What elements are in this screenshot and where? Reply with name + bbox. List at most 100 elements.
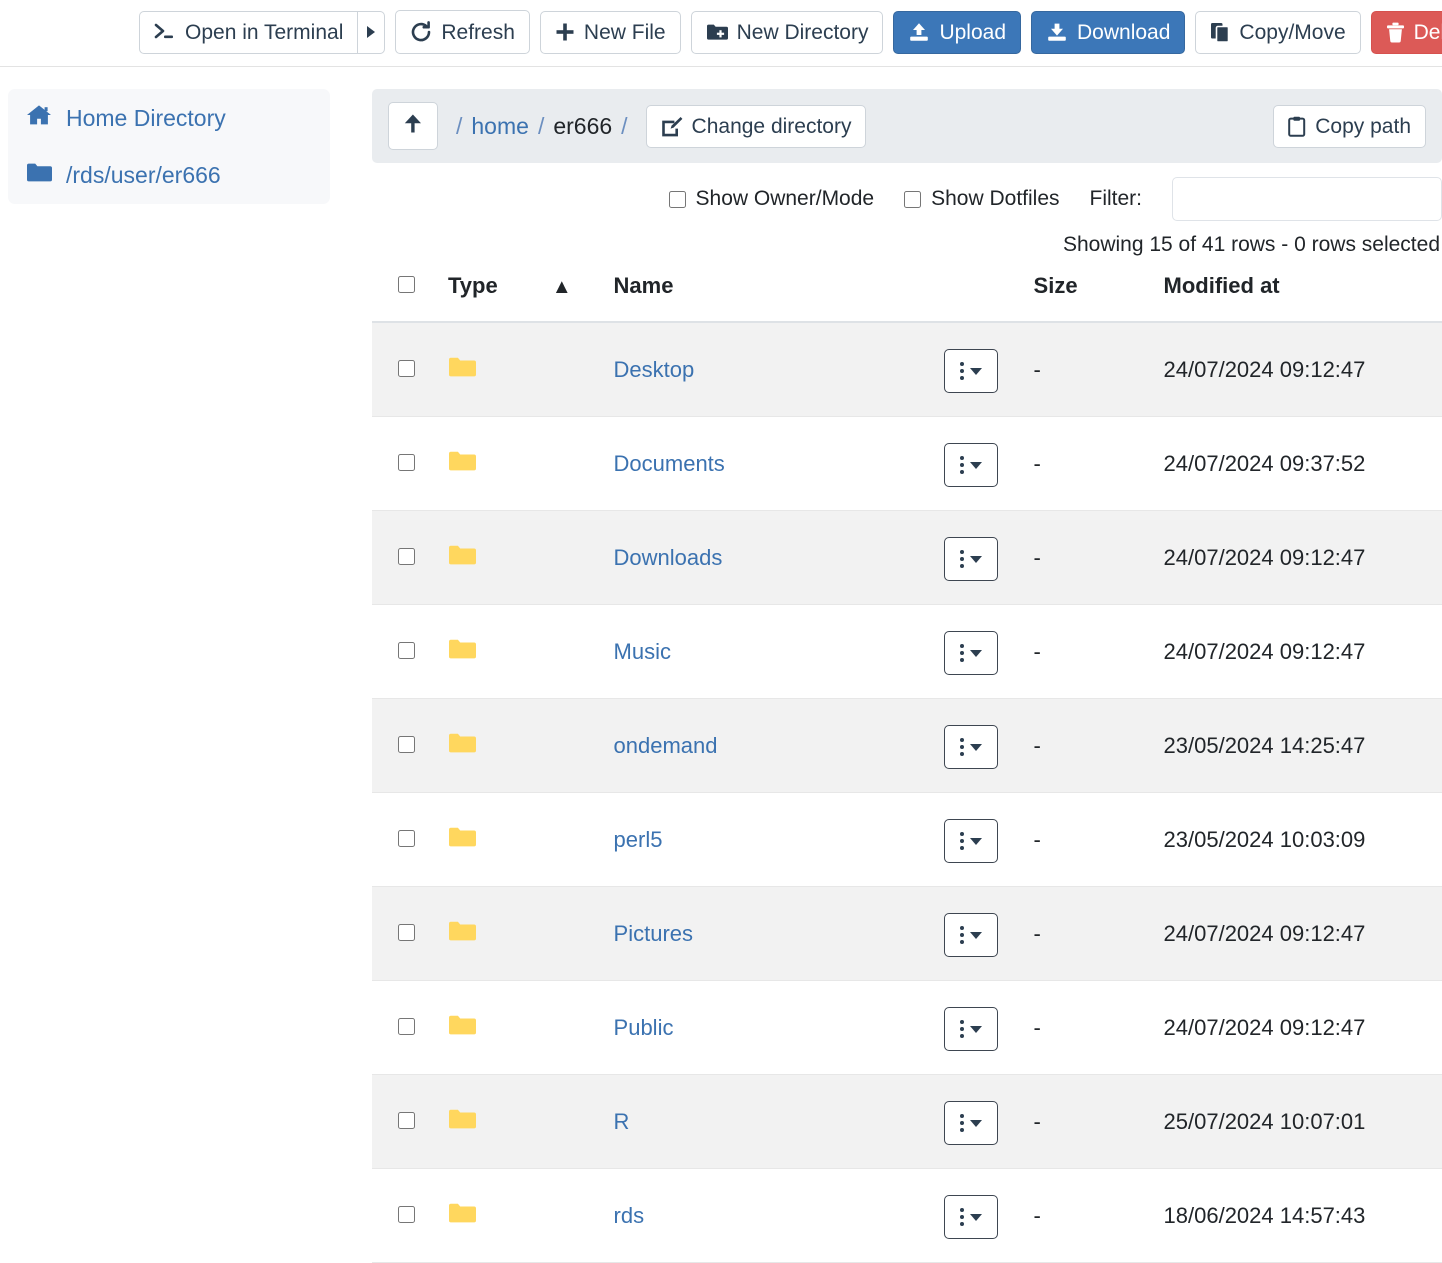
row-actions-cell [944, 1075, 1034, 1169]
row-size-cell: - [1034, 322, 1164, 417]
file-name-link[interactable]: ondemand [614, 733, 718, 758]
row-actions-menu-button[interactable] [944, 913, 998, 957]
download-button[interactable]: Download [1031, 11, 1185, 54]
clipboard-icon [1288, 116, 1306, 137]
row-actions-menu-button[interactable] [944, 725, 998, 769]
file-name-link[interactable]: perl5 [614, 827, 663, 852]
file-name-link[interactable]: Downloads [614, 545, 723, 570]
row-actions-menu-button[interactable] [944, 349, 998, 393]
actions-header [944, 273, 1034, 322]
row-select-cell [372, 417, 448, 511]
show-owner-mode-input[interactable] [669, 191, 686, 208]
row-modified-cell: 24/07/2024 09:37:52 [1164, 417, 1442, 511]
folder-icon [448, 826, 476, 854]
arrow-up-icon [403, 113, 423, 140]
size-header[interactable]: Size [1034, 273, 1164, 322]
vertical-dots-icon [960, 1114, 964, 1132]
new-file-button[interactable]: New File [540, 11, 681, 54]
select-all-checkbox[interactable] [398, 276, 415, 293]
sidebar-item-rds-user-er666[interactable]: /rds/user/er666 [8, 147, 330, 204]
table-row[interactable]: Desktop-24/07/2024 09:12:47 [372, 322, 1442, 417]
row-checkbox[interactable] [398, 1112, 415, 1129]
row-checkbox[interactable] [398, 642, 415, 659]
file-name-link[interactable]: Public [614, 1015, 674, 1040]
file-name-link[interactable]: rds [614, 1203, 645, 1228]
plus-icon [555, 22, 575, 42]
row-checkbox[interactable] [398, 360, 415, 377]
breadcrumb-bar: / home / er666 / Change directory [372, 89, 1442, 163]
open-in-terminal-button[interactable]: Open in Terminal [139, 11, 357, 54]
open-in-terminal-dropdown-toggle[interactable] [357, 11, 385, 54]
row-size-cell: - [1034, 511, 1164, 605]
download-icon [1046, 22, 1068, 42]
table-row[interactable]: Public-24/07/2024 09:12:47 [372, 981, 1442, 1075]
row-actions-cell [944, 887, 1034, 981]
table-row[interactable]: Music-24/07/2024 09:12:47 [372, 605, 1442, 699]
file-name-link[interactable]: Music [614, 639, 671, 664]
row-name-cell: Desktop [614, 322, 944, 417]
table-row[interactable]: R-25/07/2024 10:07:01 [372, 1075, 1442, 1169]
row-type-cell [448, 417, 614, 511]
folder-icon [448, 544, 476, 572]
row-checkbox[interactable] [398, 924, 415, 941]
row-modified-cell: 24/07/2024 09:12:47 [1164, 887, 1442, 981]
row-select-cell [372, 511, 448, 605]
name-header[interactable]: Name [614, 273, 944, 322]
upload-button[interactable]: Upload [893, 11, 1021, 54]
modified-header[interactable]: Modified at [1164, 273, 1442, 322]
row-checkbox[interactable] [398, 830, 415, 847]
file-name-link[interactable]: R [614, 1109, 630, 1134]
row-checkbox[interactable] [398, 454, 415, 471]
row-checkbox[interactable] [398, 736, 415, 753]
type-header[interactable]: Type ▲ [448, 273, 614, 322]
row-actions-menu-button[interactable] [944, 631, 998, 675]
row-checkbox[interactable] [398, 1206, 415, 1223]
select-all-header [372, 273, 448, 322]
breadcrumb-link-home[interactable]: home [471, 113, 529, 140]
new-directory-button[interactable]: New Directory [691, 11, 884, 54]
table-row[interactable]: ondemand-23/05/2024 14:25:47 [372, 699, 1442, 793]
row-checkbox[interactable] [398, 1018, 415, 1035]
sidebar-item-home-directory[interactable]: Home Directory [8, 89, 330, 147]
row-name-cell: R [614, 1075, 944, 1169]
row-size-cell: - [1034, 793, 1164, 887]
delete-button[interactable]: Delete [1371, 11, 1442, 54]
filter-input[interactable] [1172, 177, 1442, 221]
table-row[interactable]: Documents-24/07/2024 09:37:52 [372, 417, 1442, 511]
row-checkbox[interactable] [398, 548, 415, 565]
vertical-dots-icon [960, 1020, 964, 1038]
show-owner-mode-checkbox[interactable]: Show Owner/Mode [669, 187, 875, 211]
row-actions-menu-button[interactable] [944, 819, 998, 863]
folder-icon [448, 356, 476, 384]
table-row[interactable]: Pictures-24/07/2024 09:12:47 [372, 887, 1442, 981]
copy-path-button[interactable]: Copy path [1273, 105, 1426, 148]
table-row[interactable]: perl5-23/05/2024 10:03:09 [372, 793, 1442, 887]
refresh-button[interactable]: Refresh [395, 10, 530, 54]
change-directory-button[interactable]: Change directory [646, 105, 867, 148]
parent-directory-button[interactable] [388, 102, 438, 150]
file-name-link[interactable]: Pictures [614, 921, 693, 946]
row-actions-menu-button[interactable] [944, 1007, 998, 1051]
open-in-terminal-split-button[interactable]: Open in Terminal [139, 11, 385, 54]
page-body: Home Directory /rds/user/er666 [0, 67, 1442, 1263]
sidebar-item-label: /rds/user/er666 [66, 162, 221, 189]
file-name-link[interactable]: Documents [614, 451, 725, 476]
file-name-link[interactable]: Desktop [614, 357, 695, 382]
table-row[interactable]: rds-18/06/2024 14:57:43 [372, 1169, 1442, 1263]
show-dotfiles-input[interactable] [904, 191, 921, 208]
breadcrumb-current-er666: er666 [553, 113, 612, 140]
row-modified-cell: 24/07/2024 09:12:47 [1164, 605, 1442, 699]
file-table-head: Type ▲ Name Size Modified at [372, 273, 1442, 322]
row-actions-menu-button[interactable] [944, 537, 998, 581]
row-actions-menu-button[interactable] [944, 443, 998, 487]
copy-move-button[interactable]: Copy/Move [1195, 11, 1360, 54]
folder-icon [448, 920, 476, 948]
show-dotfiles-checkbox[interactable]: Show Dotfiles [904, 187, 1059, 211]
caret-down-icon [970, 650, 982, 657]
caret-down-icon [970, 932, 982, 939]
table-row[interactable]: Downloads-24/07/2024 09:12:47 [372, 511, 1442, 605]
type-header-label: Type [448, 273, 498, 298]
row-actions-menu-button[interactable] [944, 1101, 998, 1145]
name-header-label: Name [614, 273, 674, 298]
row-actions-menu-button[interactable] [944, 1195, 998, 1239]
